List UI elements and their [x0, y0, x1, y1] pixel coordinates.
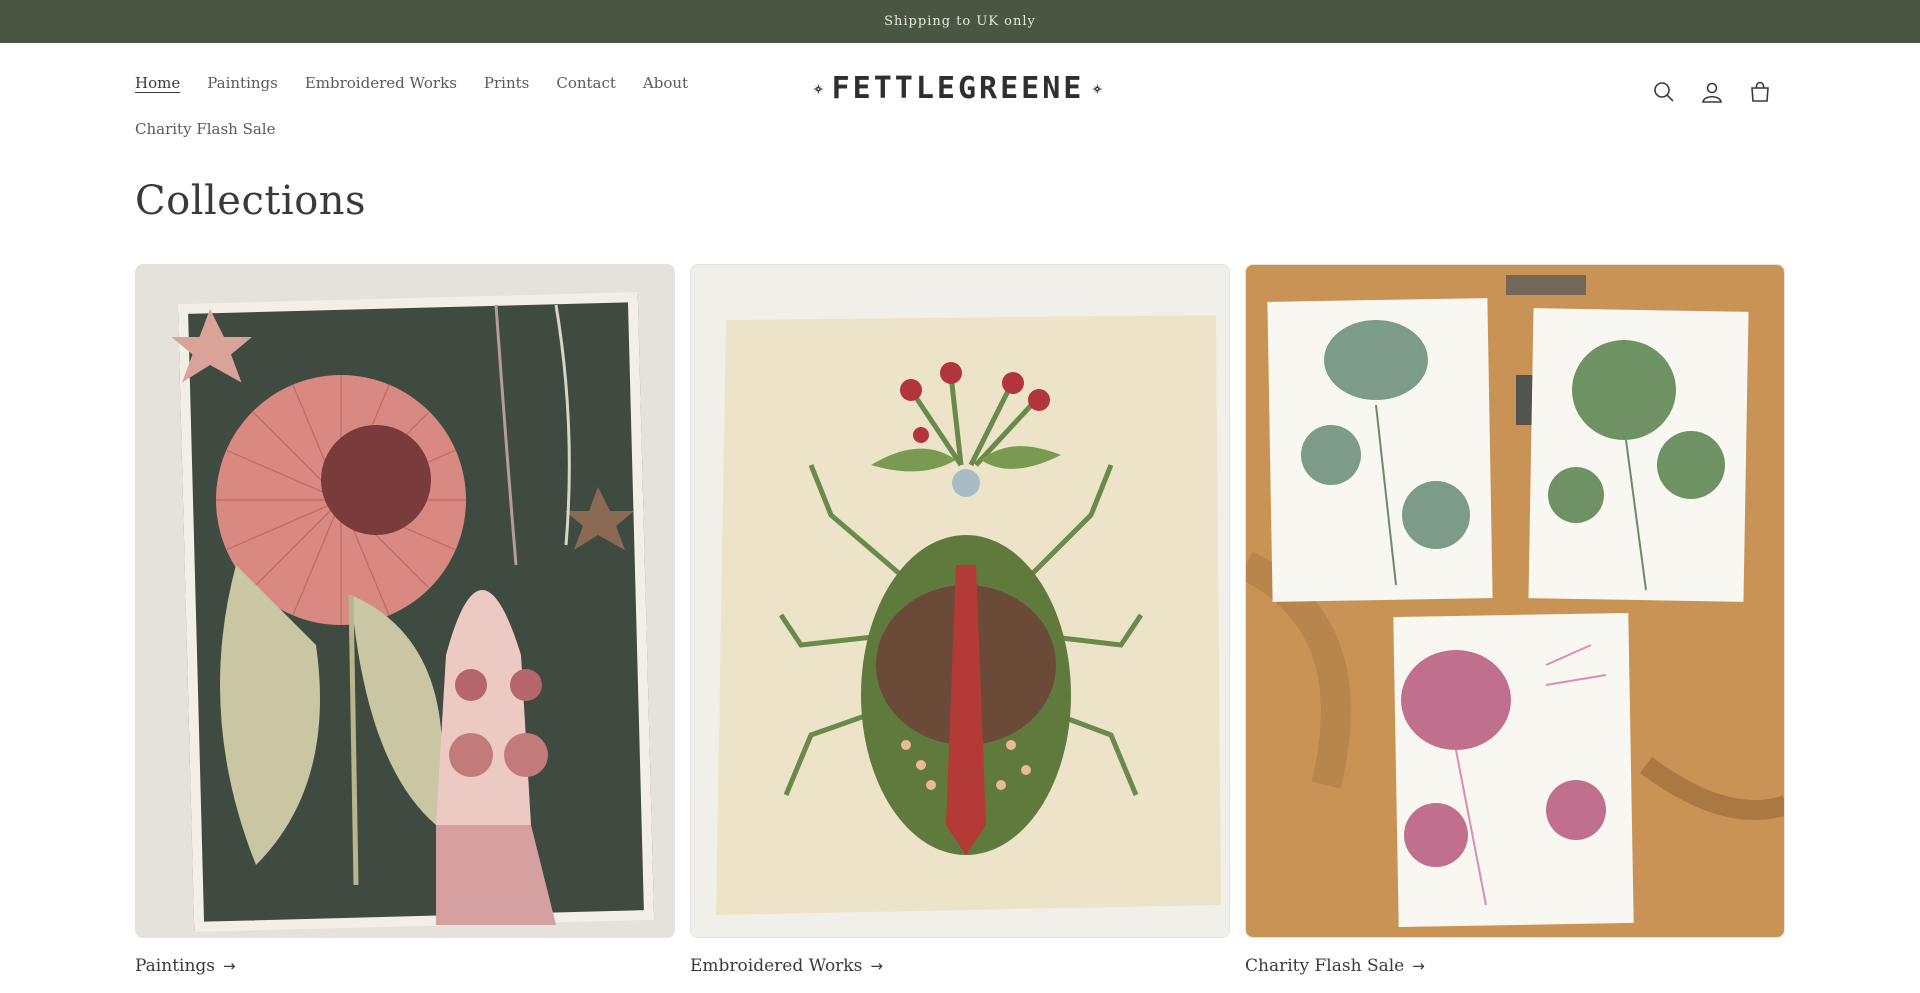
logo-text: FETTLEGREENE: [831, 71, 1085, 106]
arrow-right-icon: →: [223, 957, 236, 975]
cart-button[interactable]: [1746, 78, 1774, 106]
announcement-text: Shipping to UK only: [884, 14, 1036, 29]
nav-home[interactable]: Home: [135, 61, 180, 107]
header-icons: [1650, 78, 1774, 106]
main-nav: Home Paintings Embroidered Works Prints …: [135, 61, 755, 153]
collection-label-paintings[interactable]: Paintings →: [135, 956, 675, 976]
search-button[interactable]: [1650, 78, 1678, 106]
collection-title: Charity Flash Sale: [1245, 956, 1405, 976]
arrow-right-icon: →: [1412, 957, 1425, 975]
collection-title: Paintings: [135, 956, 216, 976]
arrow-right-icon: →: [870, 957, 883, 975]
collection-card-paintings[interactable]: Paintings →: [135, 264, 675, 976]
flower-logo-icon: [1092, 83, 1103, 95]
nav-charity-flash-sale[interactable]: Charity Flash Sale: [135, 107, 276, 153]
collection-card-embroidered-works[interactable]: Embroidered Works →: [690, 264, 1230, 976]
collection-title: Embroidered Works: [690, 956, 863, 976]
nav-paintings[interactable]: Paintings: [207, 61, 278, 107]
flower-logo-icon: [813, 83, 824, 95]
collection-label-embroidered-works[interactable]: Embroidered Works →: [690, 956, 1230, 976]
nav-prints[interactable]: Prints: [484, 61, 529, 107]
account-icon: [1702, 82, 1722, 103]
account-button[interactable]: [1698, 78, 1726, 106]
collection-image-charity-flash-sale[interactable]: [1245, 264, 1785, 938]
search-icon: [1654, 82, 1674, 102]
site-logo[interactable]: FETTLEGREENE: [813, 70, 1103, 108]
page-title: Collections: [135, 178, 367, 224]
flash-sale-artwork-image: [1246, 265, 1784, 937]
embroidery-artwork-image: [691, 265, 1229, 937]
nav-embroidered-works[interactable]: Embroidered Works: [305, 61, 457, 107]
cart-icon: [1751, 81, 1769, 102]
announcement-bar: Shipping to UK only: [0, 0, 1920, 43]
collection-image-paintings[interactable]: [135, 264, 675, 938]
collection-card-charity-flash-sale[interactable]: Charity Flash Sale →: [1245, 264, 1785, 976]
collection-label-charity-flash-sale[interactable]: Charity Flash Sale →: [1245, 956, 1785, 976]
nav-contact[interactable]: Contact: [556, 61, 616, 107]
nav-about[interactable]: About: [643, 61, 688, 107]
painting-artwork-image: [136, 265, 674, 937]
collection-image-embroidered-works[interactable]: [690, 264, 1230, 938]
